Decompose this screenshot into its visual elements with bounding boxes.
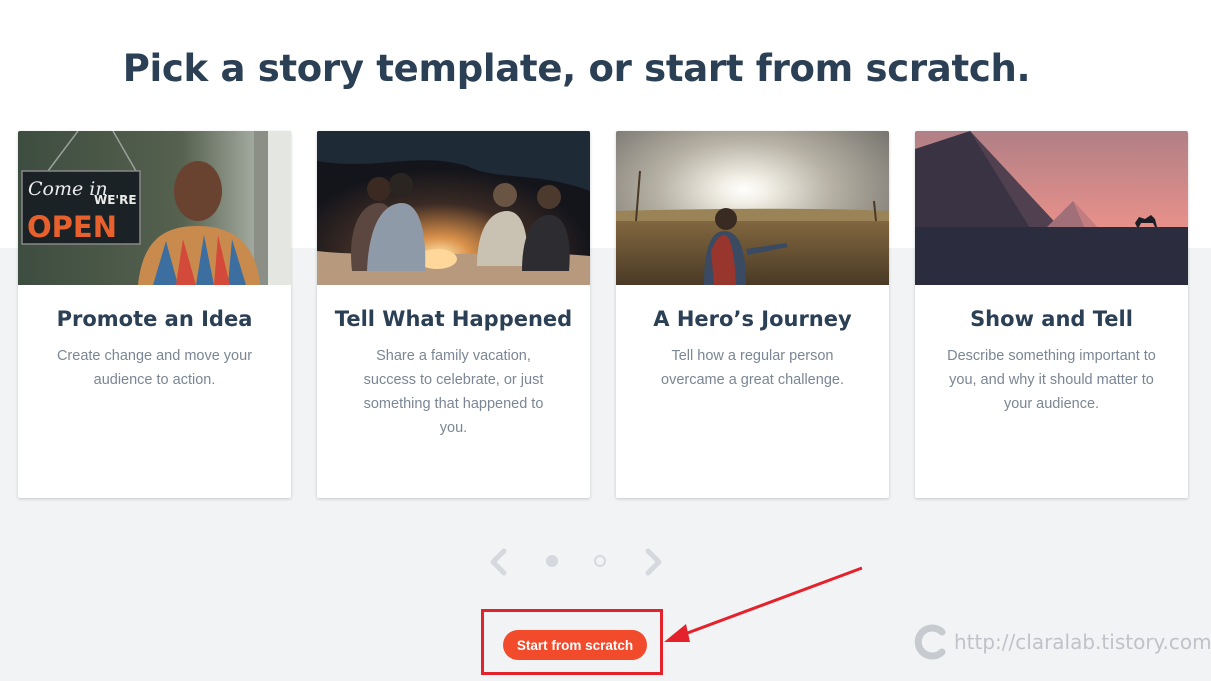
- template-card-promote-an-idea[interactable]: Come in WE'RE OPEN Promote an Idea Creat…: [18, 131, 291, 498]
- template-card-tell-what-happened[interactable]: Tell What Happened Share a family vacati…: [317, 131, 590, 498]
- sign-text-open: OPEN: [27, 210, 117, 244]
- annotation-arrow: [664, 566, 863, 642]
- card-title: A Hero’s Journey: [653, 307, 852, 331]
- card-title: Promote an Idea: [56, 307, 253, 331]
- pager-dot-2[interactable]: [594, 555, 606, 567]
- watermark-text: http://claralab.tistory.com: [954, 630, 1211, 654]
- template-card-show-and-tell[interactable]: Show and Tell Describe something importa…: [915, 131, 1188, 498]
- copyright-c-icon: [914, 624, 946, 660]
- card-image: [616, 131, 889, 285]
- template-card-a-heros-journey[interactable]: A Hero’s Journey Tell how a regular pers…: [616, 131, 889, 498]
- card-title: Tell What Happened: [334, 307, 573, 331]
- card-image: [317, 131, 590, 285]
- card-description: Describe something important to you, and…: [947, 348, 1156, 412]
- start-from-scratch-button[interactable]: Start from scratch: [503, 630, 647, 660]
- sign-text-were: WE'RE: [94, 193, 137, 207]
- card-image: Come in WE'RE OPEN: [18, 131, 291, 285]
- card-image: [915, 131, 1188, 285]
- chevron-left-icon: [490, 548, 507, 576]
- card-description: Share a family vacation, success to cele…: [363, 348, 544, 436]
- page-title: Pick a story template, or start from scr…: [122, 46, 1031, 90]
- pager-dot-1[interactable]: [546, 555, 558, 567]
- card-description: Create change and move your audience to …: [56, 348, 253, 388]
- watermark: http://claralab.tistory.com: [912, 622, 1211, 662]
- card-title: Show and Tell: [970, 307, 1133, 331]
- prev-page-button[interactable]: [487, 548, 509, 576]
- card-description: Tell how a regular person overcame a gre…: [661, 348, 844, 388]
